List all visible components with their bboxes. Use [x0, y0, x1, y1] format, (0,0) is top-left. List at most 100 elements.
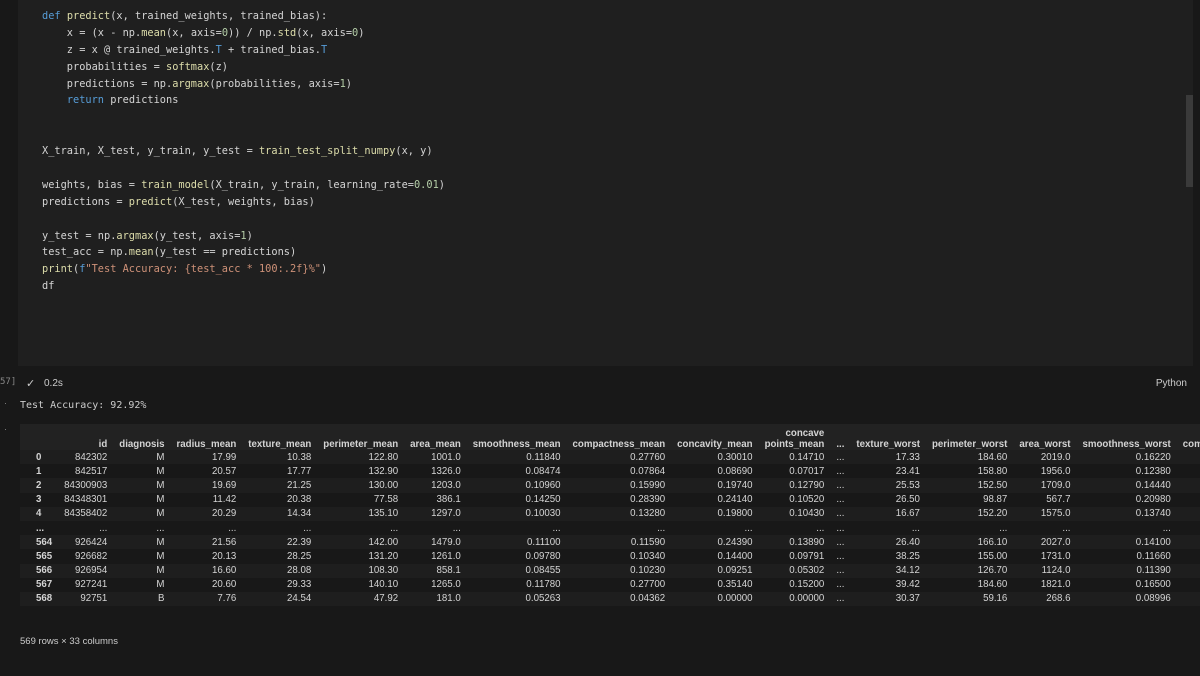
table-cell: 1731.0	[1040, 550, 1071, 562]
table-cell: 0.35140	[717, 579, 753, 591]
table-cell: 26.40	[895, 536, 920, 548]
code-line[interactable]: predictions = np.argmax(probabilities, a…	[42, 76, 445, 93]
table-cell: 0.15200	[789, 579, 825, 591]
table-cell: 181.0	[436, 593, 461, 605]
table-cell: 0.11780	[526, 579, 561, 591]
table-cell: 1821.0	[1040, 579, 1071, 591]
table-cell: 842302	[74, 451, 108, 463]
column-header: compactness_mean	[572, 439, 666, 450]
table-cell: 0.15990	[630, 479, 666, 491]
table-cell: 0.08996	[1135, 593, 1171, 605]
table-cell	[1177, 507, 1200, 521]
code-line[interactable]: y_test = np.argmax(y_test, axis=1)	[42, 228, 445, 245]
table-cell: 0.11660	[1136, 550, 1171, 562]
column-header: texture_worst	[856, 439, 920, 450]
code-line[interactable]: x = (x - np.mean(x, axis=0)) / np.std(x,…	[42, 25, 445, 42]
table-cell: 142.00	[368, 536, 399, 548]
table-row: 567 927241 M 20.60 29.33 140.10 1265.0 0.11780 0…	[20, 577, 1200, 592]
table-cell: ...	[836, 579, 845, 591]
code-line[interactable]: df	[42, 278, 445, 295]
row-index: 0	[36, 451, 42, 463]
table-cell: M	[156, 451, 165, 463]
code-line[interactable]: X_train, X_test, y_train, y_test = train…	[42, 143, 445, 160]
table-cell: 0.09780	[525, 550, 561, 562]
language-label[interactable]: Python	[1156, 378, 1187, 389]
execution-time: 0.2s	[44, 378, 63, 389]
table-cell: 0.11390	[1136, 565, 1171, 577]
table-cell: 77.58	[373, 494, 399, 506]
table-cell: 0.10520	[789, 494, 825, 506]
table-cell: ...	[836, 479, 845, 491]
table-cell: 268.6	[1046, 593, 1071, 605]
table-cell: 0.24390	[717, 536, 753, 548]
code-cell[interactable]: def predict(x, trained_weights, trained_…	[18, 0, 1193, 366]
table-cell: 0.10430	[789, 508, 825, 520]
table-cell: 1956.0	[1040, 465, 1071, 477]
code-line[interactable]: def predict(x, trained_weights, trained_…	[42, 8, 445, 25]
table-cell: 0.09251	[717, 565, 753, 577]
table-cell: 0.09791	[789, 550, 825, 562]
table-cell: ...	[836, 494, 845, 506]
table-cell: 84348301	[64, 494, 108, 506]
table-cell: ...	[744, 522, 753, 534]
table-cell: 567.7	[1046, 494, 1071, 506]
row-index: 2	[36, 479, 42, 491]
table-cell: ...	[911, 522, 920, 534]
table-cell: 386.1	[436, 494, 461, 506]
table-cell: 0.27700	[630, 579, 666, 591]
code-line[interactable]: predictions = predict(X_test, weights, b…	[42, 194, 445, 211]
table-cell: 16.67	[895, 508, 920, 520]
code-line[interactable]	[42, 211, 445, 228]
table-cell: 0.10030	[525, 508, 561, 520]
column-header: radius_mean	[176, 439, 237, 450]
table-row: 0 842302 M 17.99 10.38 122.80 1001.0 0.11840 0.2…	[20, 450, 1200, 465]
table-cell: 152.50	[977, 479, 1008, 491]
table-cell: 130.00	[368, 479, 399, 491]
table-cell: 22.39	[287, 536, 312, 548]
table-cell: 122.80	[368, 451, 399, 463]
table-cell: 0.14250	[525, 494, 561, 506]
table-cell: 17.77	[287, 465, 312, 477]
table-cell: 0.14710	[789, 451, 825, 463]
table-cell: 126.70	[977, 565, 1008, 577]
code-line[interactable]: z = x @ trained_weights.T + trained_bias…	[42, 42, 445, 59]
table-cell	[1177, 464, 1200, 478]
column-header: texture_mean	[248, 439, 312, 450]
code-line[interactable]: weights, bias = train_model(X_train, y_t…	[42, 177, 445, 194]
column-header	[20, 424, 58, 450]
code-line[interactable]: print(f"Test Accuracy: {test_acc * 100:.…	[42, 261, 445, 278]
table-cell: 0.10340	[630, 550, 666, 562]
table-cell: ...	[552, 522, 561, 534]
table-cell: ...	[836, 451, 845, 463]
table-cell	[1177, 521, 1200, 535]
code-line[interactable]	[42, 126, 445, 143]
editor-scrollbar[interactable]	[1186, 95, 1193, 187]
table-cell: 20.13	[212, 550, 237, 562]
table-cell: 166.10	[977, 536, 1008, 548]
code-line[interactable]: probabilities = softmax(z)	[42, 59, 445, 76]
column-header: compactne	[1182, 439, 1200, 450]
table-cell: 0.11840	[526, 451, 561, 463]
row-index: 565	[36, 550, 53, 562]
table-cell: 1575.0	[1040, 508, 1071, 520]
table-cell: 98.87	[983, 494, 1008, 506]
table-cell: ...	[836, 593, 845, 605]
table-cell: 30.37	[895, 593, 920, 605]
table-cell: 0.11590	[630, 536, 666, 548]
column-header: id	[98, 439, 108, 450]
code-line[interactable]	[42, 109, 445, 126]
code-line[interactable]	[42, 160, 445, 177]
code-line[interactable]: return predictions	[42, 92, 445, 109]
table-cell: 0.08474	[525, 465, 561, 477]
table-row: 564 926424 M 21.56 22.39 142.00 1479.0 0.11100 0…	[20, 535, 1200, 550]
table-cell: 158.80	[977, 465, 1008, 477]
code-line[interactable]: test_acc = np.mean(y_test == predictions…	[42, 244, 445, 261]
table-cell: 131.20	[368, 550, 399, 562]
code-editor[interactable]: def predict(x, trained_weights, trained_…	[42, 8, 445, 295]
table-cell: 20.60	[212, 579, 237, 591]
output-text: Test Accuracy: 92.92%	[20, 400, 147, 411]
table-cell: 1709.0	[1040, 479, 1071, 491]
table-cell: 26.50	[895, 494, 920, 506]
table-cell	[1177, 478, 1200, 492]
row-index: ...	[36, 522, 45, 534]
